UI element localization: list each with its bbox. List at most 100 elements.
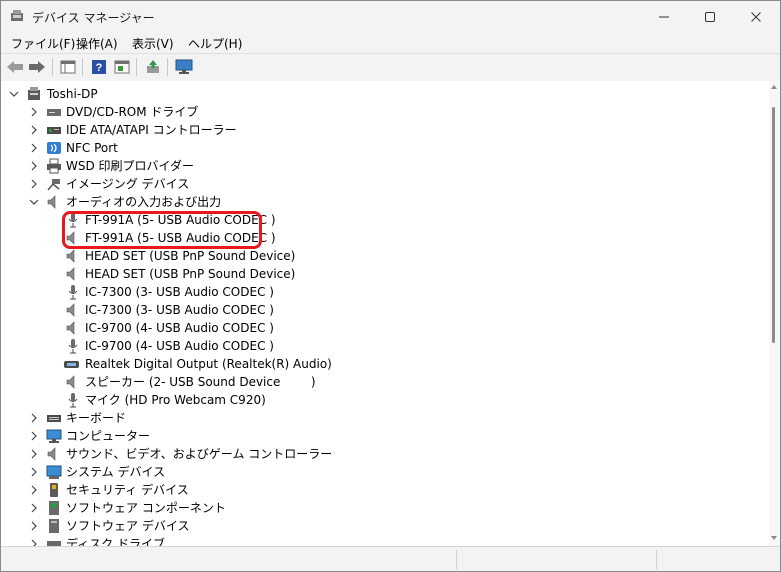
minimize-button[interactable] xyxy=(641,1,687,32)
tree-category-system-devices[interactable]: システム デバイス xyxy=(1,463,761,481)
category-label: ディスク ドライブ xyxy=(66,537,165,546)
device-label: IC-9700 (4- USB Audio CODEC ) xyxy=(85,339,274,353)
digital-output-icon xyxy=(64,361,79,368)
menu-action[interactable]: 操作(A) xyxy=(76,35,118,52)
close-icon xyxy=(751,11,761,22)
monitor-scan-icon xyxy=(175,59,193,74)
status-divider xyxy=(456,550,457,569)
menu-help[interactable]: ヘルプ(H) xyxy=(188,35,242,52)
tree-category-keyboard[interactable]: キーボード xyxy=(1,409,761,427)
tree-device[interactable]: HEAD SET (USB PnP Sound Device) xyxy=(1,247,761,265)
tree-category-software-devices[interactable]: ソフトウェア デバイス xyxy=(1,517,761,535)
chevron-down-icon xyxy=(9,91,19,97)
device-manager-app-icon xyxy=(10,9,24,23)
microphone-icon xyxy=(68,285,78,300)
tree-category-sound-video-game[interactable]: サウンド、ビデオ、およびゲーム コントローラー xyxy=(1,445,761,463)
device-label: スピーカー (2- USB Sound Device ) xyxy=(85,375,316,389)
tree-category-computer[interactable]: コンピューター xyxy=(1,427,761,445)
category-label: システム デバイス xyxy=(66,465,166,479)
speaker-icon xyxy=(66,321,75,335)
chevron-right-icon xyxy=(31,413,37,423)
update-driver-icon xyxy=(147,60,159,73)
scrollbar-thumb[interactable] xyxy=(772,107,775,343)
device-label: HEAD SET (USB PnP Sound Device) xyxy=(85,249,296,263)
tree-device[interactable]: スピーカー (2- USB Sound Device ) xyxy=(1,373,761,391)
chevron-right-icon xyxy=(31,467,37,477)
toolbar-separator xyxy=(136,58,137,76)
toolbar-separator xyxy=(82,58,83,76)
show-hide-console-tree-button[interactable] xyxy=(58,57,78,77)
device-label: マイク (HD Pro Webcam C920) xyxy=(85,393,266,407)
category-label: ソフトウェア デバイス xyxy=(66,519,190,533)
device-label: IC-7300 (3- USB Audio CODEC ) xyxy=(85,303,274,317)
dvd-drive-icon xyxy=(47,109,61,116)
update-driver-button[interactable] xyxy=(143,57,163,77)
status-bar xyxy=(1,546,780,571)
category-label: ソフトウェア コンポーネント xyxy=(66,501,226,515)
chevron-right-icon xyxy=(31,107,37,117)
vertical-scrollbar[interactable] xyxy=(769,81,780,546)
tree-category-software-components[interactable]: ソフトウェア コンポーネント xyxy=(1,499,761,517)
properties-button[interactable] xyxy=(112,57,132,77)
device-manager-window: デバイス マネージャー ファイル(F) 操作(A) 表示(V) ヘルプ(H) ? xyxy=(0,0,781,572)
tree-category-wsd[interactable]: WSD 印刷プロバイダー xyxy=(1,157,761,175)
category-label: イメージング デバイス xyxy=(66,177,190,191)
tree-device[interactable]: HEAD SET (USB PnP Sound Device) xyxy=(1,265,761,283)
camera-icon xyxy=(47,179,60,191)
menu-file[interactable]: ファイル(F) xyxy=(11,35,75,52)
menu-bar: ファイル(F) 操作(A) 表示(V) ヘルプ(H) xyxy=(1,32,780,53)
chevron-right-icon xyxy=(31,431,37,441)
tree-root[interactable]: Toshi-DP xyxy=(1,85,761,103)
tree-category-nfc[interactable]: NFC Port xyxy=(1,139,761,157)
speaker-icon xyxy=(47,195,56,209)
speaker-icon xyxy=(47,447,56,461)
back-button[interactable] xyxy=(5,57,25,77)
properties-icon xyxy=(114,60,130,74)
chevron-right-icon xyxy=(31,161,37,171)
forward-arrow-icon xyxy=(29,61,45,73)
maximize-icon xyxy=(705,11,715,22)
software-component-icon xyxy=(49,501,59,515)
tree-device[interactable]: IC-9700 (4- USB Audio CODEC ) xyxy=(1,319,761,337)
tree-category-dvd[interactable]: DVD/CD-ROM ドライブ xyxy=(1,103,761,121)
tree-device[interactable]: Realtek Digital Output (Realtek(R) Audio… xyxy=(1,355,761,373)
computer-tower-icon xyxy=(28,87,40,100)
nfc-icon xyxy=(47,142,61,154)
tree-device[interactable]: マイク (HD Pro Webcam C920) xyxy=(1,391,761,409)
title-bar[interactable]: デバイス マネージャー xyxy=(1,1,780,32)
scan-hardware-button[interactable] xyxy=(174,57,194,77)
category-label: キーボード xyxy=(66,411,127,425)
chevron-right-icon xyxy=(31,125,37,135)
disk-drive-icon xyxy=(47,541,61,546)
category-label: コンピューター xyxy=(66,429,151,443)
category-label: セキュリティ デバイス xyxy=(66,483,189,497)
chevron-down-icon xyxy=(29,199,39,205)
scroll-up-arrow-icon[interactable] xyxy=(771,85,777,89)
category-label: オーディオの入力および出力 xyxy=(66,195,222,209)
speaker-icon xyxy=(66,303,75,317)
tree-category-disk-drives[interactable]: ディスク ドライブ xyxy=(1,535,761,546)
tree-device[interactable]: IC-7300 (3- USB Audio CODEC ) xyxy=(1,301,761,319)
menu-view[interactable]: 表示(V) xyxy=(132,35,174,52)
system-device-icon xyxy=(46,465,62,479)
tree-category-imaging[interactable]: イメージング デバイス xyxy=(1,175,761,193)
close-button[interactable] xyxy=(733,1,779,32)
tree-category-security-devices[interactable]: セキュリティ デバイス xyxy=(1,481,761,499)
tree-category-audio-io[interactable]: オーディオの入力および出力 xyxy=(1,193,761,211)
scroll-down-arrow-icon[interactable] xyxy=(771,536,777,540)
device-label: IC-7300 (3- USB Audio CODEC ) xyxy=(85,285,274,299)
forward-button[interactable] xyxy=(27,57,47,77)
tree-device[interactable]: IC-9700 (4- USB Audio CODEC ) xyxy=(1,337,761,355)
tree-device[interactable]: IC-7300 (3- USB Audio CODEC ) xyxy=(1,283,761,301)
category-label: IDE ATA/ATAPI コントローラー xyxy=(66,123,237,137)
chevron-right-icon xyxy=(31,485,37,495)
help-button[interactable]: ? xyxy=(89,57,109,77)
device-tree[interactable]: Toshi-DP DVD/CD-ROM ドライブ IDE ATA/ATAPI コ… xyxy=(1,81,769,546)
speaker-icon xyxy=(66,267,75,281)
tree-category-ide[interactable]: IDE ATA/ATAPI コントローラー xyxy=(1,121,761,139)
toolbar-separator xyxy=(167,58,168,76)
maximize-button[interactable] xyxy=(687,1,733,32)
microphone-icon xyxy=(68,393,78,408)
window-title: デバイス マネージャー xyxy=(32,11,155,25)
device-label: Realtek Digital Output (Realtek(R) Audio… xyxy=(85,357,332,371)
